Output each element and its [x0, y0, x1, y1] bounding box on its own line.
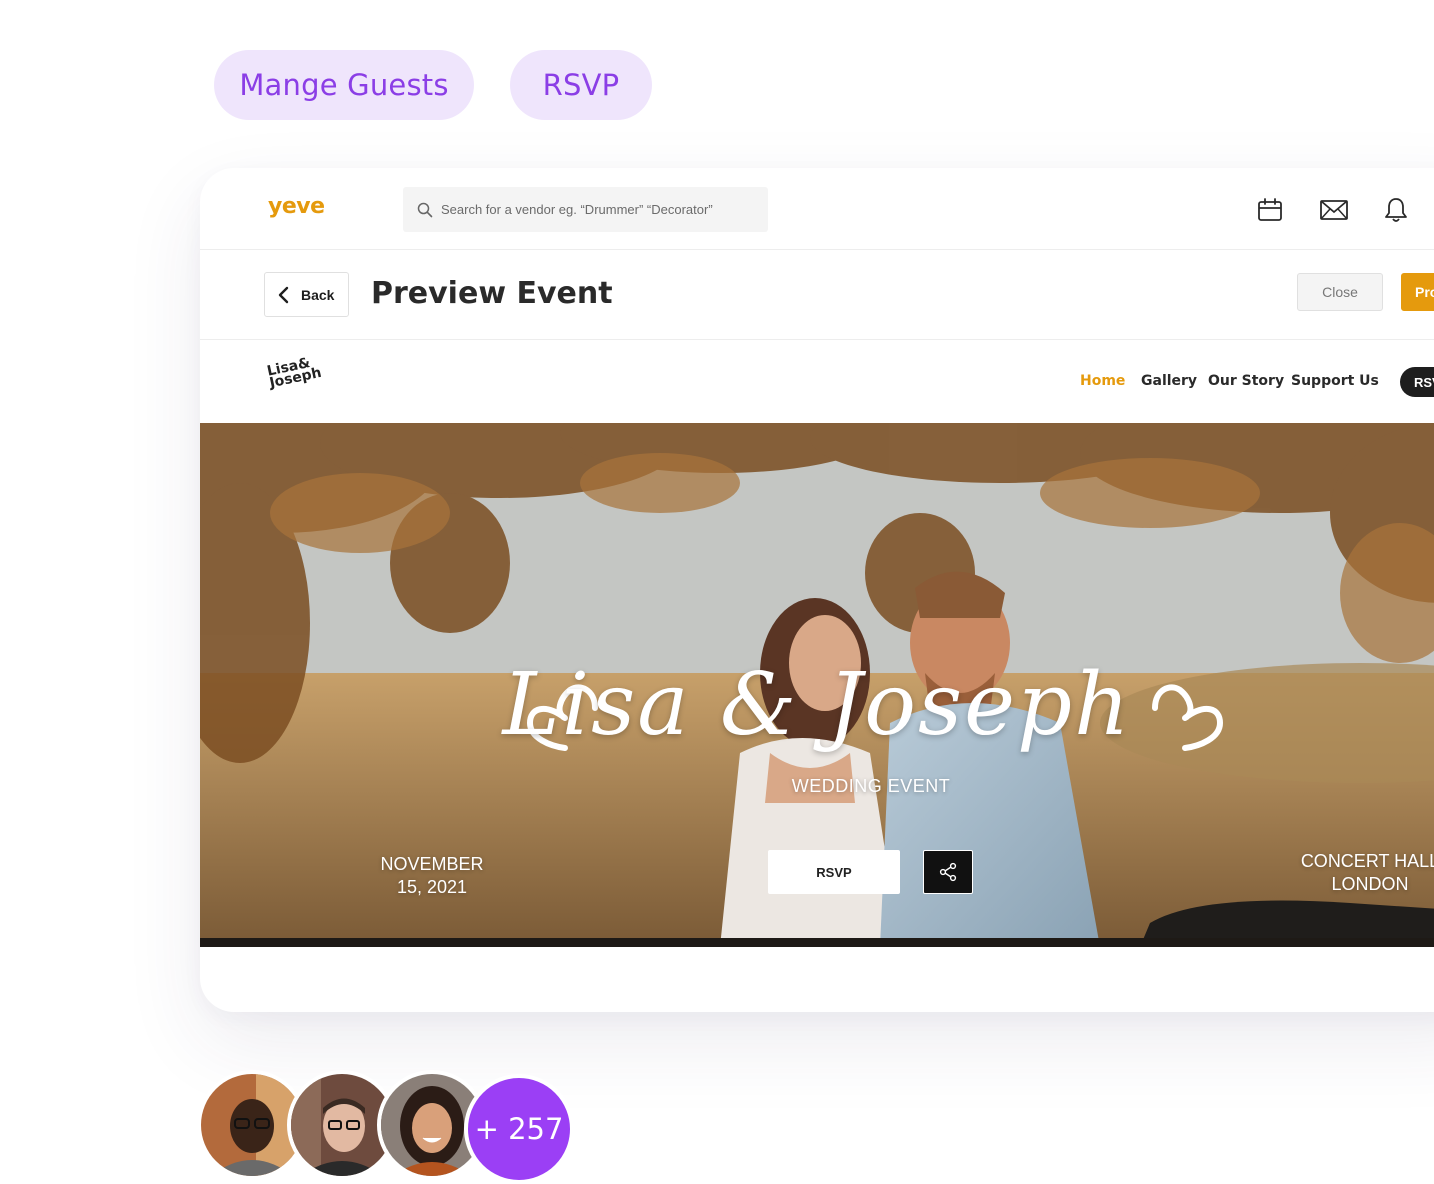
manage-guests-button[interactable]: Mange Guests — [214, 50, 474, 120]
preview-toolbar: Back Preview Event Close Pro — [200, 250, 1434, 340]
event-date-line-1: NOVEMBER — [380, 854, 484, 874]
hero-rsvp-button[interactable]: RSVP — [768, 850, 900, 894]
event-site-navbar: Lisa& Joseph Home Gallery Our Story Supp… — [200, 340, 1434, 423]
nav-support-us[interactable]: Support Us — [1291, 373, 1379, 389]
proceed-button[interactable]: Pro — [1401, 273, 1434, 311]
event-venue-line-1: CONCERT HALL — [1300, 851, 1434, 871]
event-subtitle: WEDDING EVENT — [791, 776, 951, 796]
nav-rsvp-button[interactable]: RSV — [1400, 367, 1434, 397]
hero-banner: Lisa & Joseph WEDDING EVENT NOVEMBER 15,… — [200, 423, 1434, 947]
couple-names: Lisa & Joseph — [502, 655, 1132, 755]
event-site-logo[interactable]: Lisa& Joseph — [266, 355, 323, 391]
share-button[interactable] — [923, 850, 973, 894]
back-button[interactable]: Back — [264, 272, 349, 317]
vendor-search[interactable] — [403, 187, 768, 232]
event-venue: CONCERT HALL LONDON — [1290, 850, 1434, 896]
event-date-line-2: 15, 2021 — [396, 877, 468, 897]
nav-gallery[interactable]: Gallery — [1141, 373, 1197, 389]
more-guests-count[interactable]: + 257 — [464, 1074, 574, 1184]
brand-logo[interactable]: yeve — [268, 194, 325, 219]
rsvp-button[interactable]: RSVP — [510, 50, 652, 120]
nav-home[interactable]: Home — [1080, 373, 1125, 389]
calendar-icon[interactable] — [1256, 196, 1284, 224]
search-icon — [417, 202, 433, 217]
bell-icon[interactable] — [1382, 196, 1410, 224]
top-navbar: yeve — [200, 168, 1434, 250]
page-title: Preview Event — [371, 276, 613, 311]
back-label: Back — [301, 286, 335, 303]
event-date: NOVEMBER 15, 2021 — [360, 853, 504, 899]
event-venue-line-2: LONDON — [1331, 874, 1409, 894]
share-icon — [939, 862, 957, 882]
nav-our-story[interactable]: Our Story — [1208, 373, 1284, 389]
search-input[interactable] — [441, 202, 761, 217]
mail-icon[interactable] — [1319, 196, 1349, 224]
preview-card: yeve Back — [200, 168, 1434, 1012]
close-button[interactable]: Close — [1297, 273, 1383, 311]
chevron-left-icon — [278, 286, 289, 303]
